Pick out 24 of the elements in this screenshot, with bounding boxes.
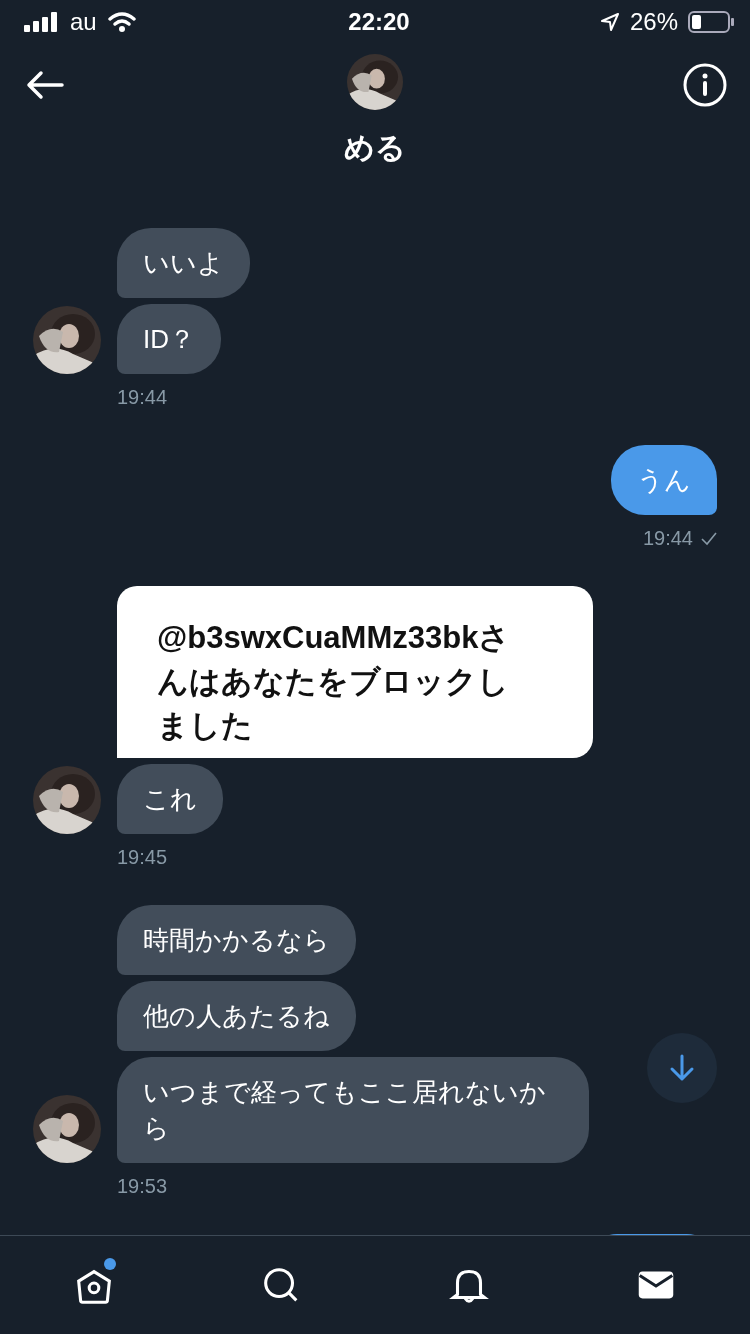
location-arrow-icon [599,12,620,32]
message-bubble: うん [611,445,717,515]
arrow-down-icon [669,1054,695,1082]
message-time: 19:53 [117,1175,168,1198]
check-icon [701,531,717,546]
message-bubble: 他の人あたるね [117,981,356,1051]
message-time: 19:44 [117,386,168,409]
clock: 22:20 [348,8,410,36]
signal-icon [24,12,60,32]
message-bubble: これ [117,764,223,834]
message-bubble: ID？ [117,304,221,374]
message-time: 19:45 [117,846,168,869]
message-bubble: いつまで経ってもここ居れないから [117,1057,589,1163]
notification-dot [103,1258,116,1270]
wifi-icon [106,11,137,33]
message-time: 19:44 [642,527,693,550]
screenshot-image: @b3swxCuaMMz33bkさんはあなたをブロックしました [117,586,593,758]
info-button[interactable] [682,62,728,108]
battery-percentage: 26% [629,8,678,36]
message-bubble: 時間かかるなら [117,905,356,975]
conversation-name: める [344,130,406,166]
battery-icon [688,11,734,33]
message-bubble: いいよ [117,228,250,298]
carrier-name: au [70,8,97,36]
